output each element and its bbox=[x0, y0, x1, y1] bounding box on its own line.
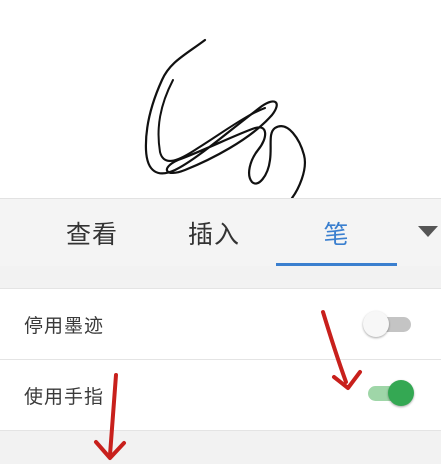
tab-pen[interactable]: 笔 bbox=[276, 199, 397, 266]
tab-view[interactable]: 查看 bbox=[40, 199, 144, 266]
setting-label-use-finger: 使用手指 bbox=[24, 385, 105, 408]
ribbon-tab-bar: 查看 插入 笔 bbox=[0, 198, 441, 266]
app-screen: 查看 插入 笔 停用墨迹 使用手指 bbox=[0, 0, 441, 464]
toggle-thumb bbox=[388, 380, 414, 406]
use-finger-toggle[interactable] bbox=[364, 380, 414, 406]
ink-canvas[interactable] bbox=[0, 0, 441, 198]
section-gap bbox=[0, 266, 441, 288]
ink-stroke bbox=[144, 38, 306, 198]
disable-ink-toggle[interactable] bbox=[363, 311, 413, 337]
setting-row-use-finger[interactable]: 使用手指 bbox=[0, 360, 441, 430]
section-gap bbox=[0, 431, 441, 464]
setting-label-disable-ink: 停用墨迹 bbox=[24, 314, 105, 337]
toggle-thumb bbox=[363, 311, 389, 337]
triangle-down-icon[interactable] bbox=[418, 226, 438, 237]
tab-insert[interactable]: 插入 bbox=[162, 199, 266, 266]
setting-row-disable-ink[interactable]: 停用墨迹 bbox=[0, 289, 441, 359]
